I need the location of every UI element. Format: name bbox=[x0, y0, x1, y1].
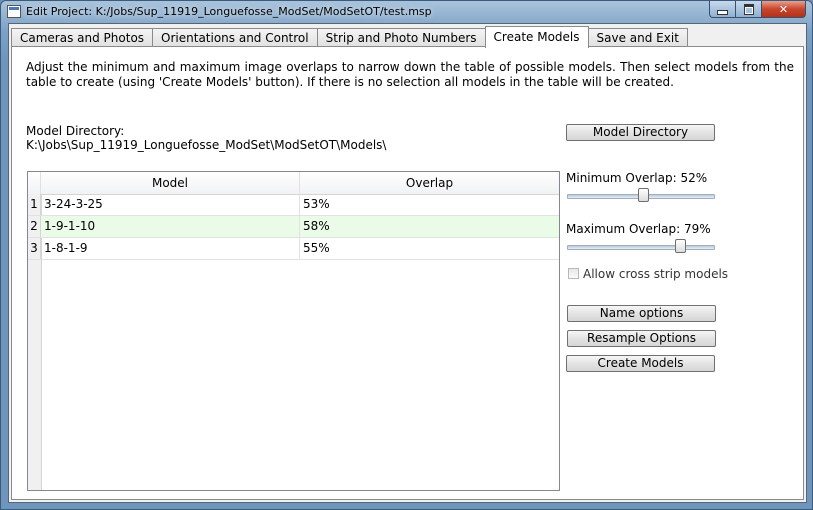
cell-overlap[interactable]: 55% bbox=[300, 238, 559, 259]
row-number[interactable]: 3 bbox=[28, 238, 41, 259]
column-header-model[interactable]: Model bbox=[41, 172, 300, 194]
instructions-text: Adjust the minimum and maximum image ove… bbox=[26, 60, 794, 89]
tab-cameras-and-photos[interactable]: Cameras and Photos bbox=[11, 28, 154, 47]
create-models-panel: Adjust the minimum and maximum image ove… bbox=[11, 46, 804, 500]
table-row[interactable]: 2 1-9-1-10 58% bbox=[28, 216, 559, 238]
tab-bar: Cameras and Photos Orientations and Cont… bbox=[11, 26, 688, 48]
row-number-header bbox=[28, 172, 41, 194]
client-area: Cameras and Photos Orientations and Cont… bbox=[8, 23, 807, 503]
close-icon: ✕ bbox=[778, 2, 789, 16]
table-row[interactable]: 1 3-24-3-25 53% bbox=[28, 194, 559, 216]
tab-orientations-and-control[interactable]: Orientations and Control bbox=[152, 28, 318, 47]
tab-strip-and-photo-numbers[interactable]: Strip and Photo Numbers bbox=[316, 28, 486, 47]
tab-create-models[interactable]: Create Models bbox=[484, 26, 589, 48]
allow-cross-strip-label[interactable]: Allow cross strip models bbox=[583, 267, 728, 281]
table-header: Model Overlap bbox=[28, 172, 559, 195]
cell-overlap[interactable]: 58% bbox=[300, 216, 559, 237]
cell-model[interactable]: 1-9-1-10 bbox=[41, 216, 300, 237]
slider-thumb[interactable] bbox=[638, 188, 649, 202]
slider-thumb[interactable] bbox=[675, 239, 686, 253]
minimum-overlap-label: Minimum Overlap: 52% bbox=[566, 171, 708, 185]
cell-overlap[interactable]: 53% bbox=[300, 194, 559, 215]
cell-model[interactable]: 1-8-1-9 bbox=[41, 238, 300, 259]
window-title: Edit Project: K:/Jobs/Sup_11919_Longuefo… bbox=[26, 5, 432, 18]
tab-save-and-exit[interactable]: Save and Exit bbox=[587, 28, 688, 47]
window-controls: ✕ bbox=[709, 1, 806, 18]
close-button[interactable]: ✕ bbox=[762, 1, 806, 18]
column-header-overlap[interactable]: Overlap bbox=[300, 172, 559, 194]
resample-options-button[interactable]: Resample Options bbox=[567, 330, 716, 347]
model-directory-label: Model Directory: bbox=[26, 124, 125, 138]
minimize-button[interactable] bbox=[709, 1, 736, 18]
table-row[interactable]: 3 1-8-1-9 55% bbox=[28, 238, 559, 260]
edit-project-window: Edit Project: K:/Jobs/Sup_11919_Longuefo… bbox=[0, 0, 813, 510]
allow-cross-strip-checkbox[interactable] bbox=[568, 268, 579, 279]
minimize-icon bbox=[717, 9, 728, 15]
maximum-overlap-label: Maximum Overlap: 79% bbox=[566, 222, 711, 236]
maximum-overlap-slider[interactable] bbox=[567, 239, 715, 253]
models-table: Model Overlap 1 3-24-3-25 53% 2 1-9-1-10… bbox=[27, 171, 560, 491]
model-directory-path: K:\Jobs\Sup_11919_Longuefosse_ModSet\Mod… bbox=[26, 138, 387, 152]
cell-model[interactable]: 3-24-3-25 bbox=[41, 194, 300, 215]
row-number[interactable]: 2 bbox=[28, 216, 41, 237]
slider-groove bbox=[567, 245, 715, 250]
maximize-icon bbox=[743, 3, 754, 15]
maximize-button[interactable] bbox=[736, 1, 762, 18]
title-bar[interactable]: Edit Project: K:/Jobs/Sup_11919_Longuefo… bbox=[1, 1, 812, 23]
minimum-overlap-slider[interactable] bbox=[567, 188, 715, 202]
model-directory-button[interactable]: Model Directory bbox=[566, 124, 715, 141]
row-number[interactable]: 1 bbox=[28, 194, 41, 215]
name-options-button[interactable]: Name options bbox=[567, 305, 716, 322]
app-window-icon bbox=[7, 5, 21, 18]
create-models-button[interactable]: Create Models bbox=[566, 355, 715, 372]
